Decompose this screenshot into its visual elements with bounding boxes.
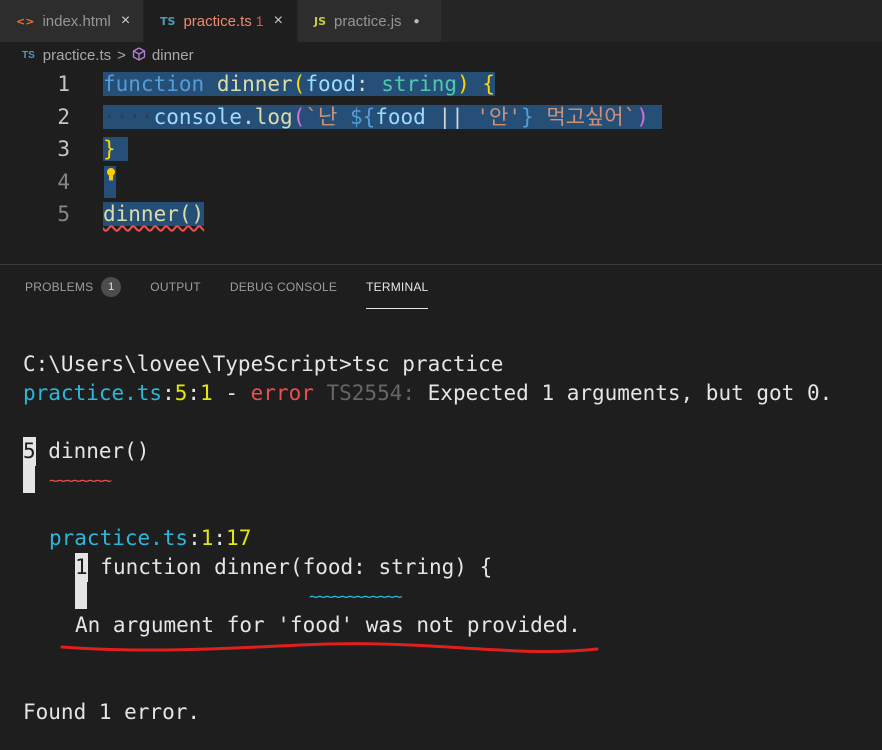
line-number: 3: [57, 137, 70, 161]
tab-debug-console[interactable]: DEBUG CONSOLE: [230, 265, 337, 309]
terminal-summary-line: Found 1 error.: [23, 700, 201, 724]
terminal-prompt-line: C:\Users\lovee\TypeScript>tsc practice: [23, 352, 504, 376]
breadcrumb-separator: >: [117, 46, 126, 64]
code-line: 4: [0, 166, 882, 198]
tab-terminal[interactable]: TERMINAL: [366, 265, 429, 309]
terminal-snippet-line: 1 function dinner(food: string) {: [75, 553, 492, 582]
unsaved-dot-icon[interactable]: ●: [414, 16, 420, 27]
symbol-method-icon: [132, 46, 146, 64]
tab-label: index.html: [42, 12, 111, 30]
snippet-gutter-bar: [23, 466, 35, 493]
html-file-icon: <>: [16, 14, 35, 28]
tab-output[interactable]: OUTPUT: [150, 265, 201, 309]
line-number: 4: [57, 170, 70, 194]
code-line: 5 dinner(): [0, 198, 882, 230]
code-editor[interactable]: 1 function dinner(food: string) { 2 ····…: [0, 68, 882, 264]
error-squiggle[interactable]: dinner(): [103, 202, 204, 226]
snippet-squiggle: ~~~~~~~~~~~~: [309, 587, 403, 606]
tab-label: practice.js: [334, 12, 402, 30]
terminal-output[interactable]: C:\Users\lovee\TypeScript>tsc practice p…: [0, 309, 882, 750]
typescript-file-icon: TS: [22, 49, 35, 61]
code-line: 3 }: [0, 133, 882, 165]
breadcrumb: TS practice.ts > dinner: [0, 42, 882, 68]
terminal-error-line: practice.ts:5:1 - error TS2554: Expected…: [23, 381, 833, 405]
problem-count-badge: 1: [255, 13, 264, 29]
tab-label: practice.ts: [183, 12, 252, 30]
terminal-related-location: practice.ts:1:17: [49, 526, 252, 550]
terminal-related-message: An argument for 'food' was not provided.: [75, 613, 581, 637]
panel-tab-bar: PROBLEMS 1 OUTPUT DEBUG CONSOLE TERMINAL: [0, 265, 882, 309]
code-text: ····console.log(`난 ${food || '안'} 먹고싶어`): [103, 101, 662, 133]
close-icon[interactable]: ×: [274, 12, 283, 30]
line-number: 2: [57, 105, 70, 129]
close-icon[interactable]: ×: [121, 12, 130, 30]
code-text: }: [103, 133, 129, 165]
javascript-file-icon: JS: [314, 14, 327, 28]
code-text: function dinner(food: string) {: [103, 72, 496, 96]
lightbulb-icon[interactable]: [106, 167, 116, 181]
editor-tab-bar: <> index.html × TS practice.ts 1 × JS pr…: [0, 0, 882, 42]
line-number: 1: [57, 72, 70, 96]
snippet-gutter: 1: [75, 553, 88, 582]
terminal-snippet-line: 5 dinner(): [23, 437, 149, 466]
tab-index-html[interactable]: <> index.html ×: [0, 0, 144, 42]
problems-count-badge: 1: [101, 277, 122, 297]
line-number: 5: [57, 202, 70, 226]
snippet-gutter: 5: [23, 437, 36, 466]
breadcrumb-file[interactable]: practice.ts: [43, 47, 111, 64]
code-text: dinner(): [103, 198, 205, 230]
snippet-squiggle: ~~~~~~~~: [49, 471, 112, 490]
tab-practice-js[interactable]: JS practice.js ●: [298, 0, 442, 42]
typescript-file-icon: TS: [160, 14, 176, 28]
snippet-gutter-bar: [75, 582, 87, 609]
code-line: 2 ····console.log(`난 ${food || '안'} 먹고싶어…: [0, 101, 882, 133]
tab-practice-ts[interactable]: TS practice.ts 1 ×: [144, 0, 298, 42]
red-underline-annotation: [60, 642, 599, 654]
breadcrumb-symbol[interactable]: dinner: [152, 47, 194, 64]
code-line: 1 function dinner(food: string) {: [0, 68, 882, 100]
tab-problems[interactable]: PROBLEMS 1: [25, 265, 122, 309]
